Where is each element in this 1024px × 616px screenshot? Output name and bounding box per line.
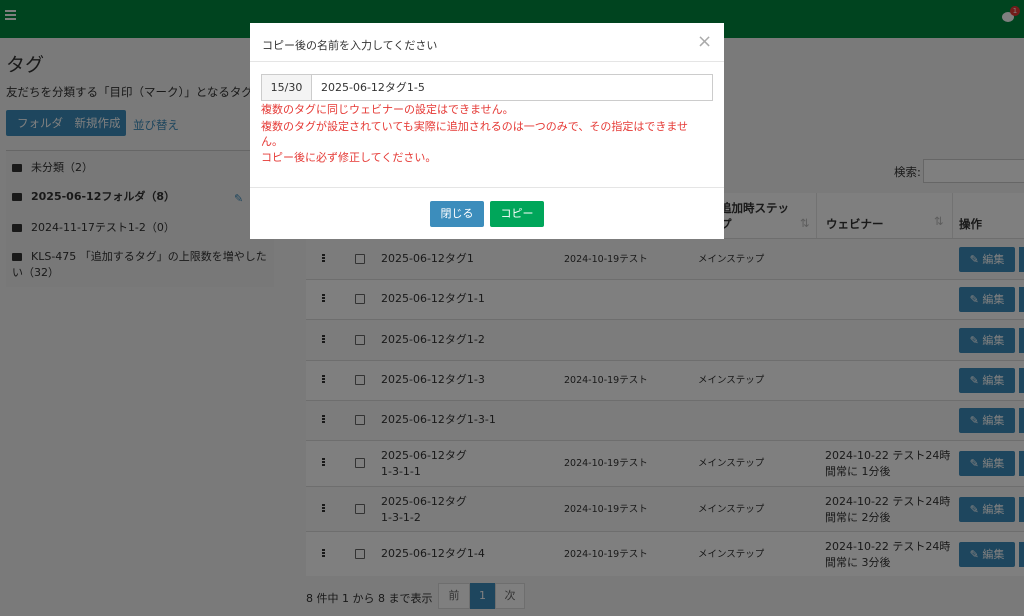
error-message: 複数のタグが設定されていても実際に追加されるのは一つのみで、その指定はできませ xyxy=(261,120,689,133)
char-counter: 15/30 xyxy=(262,75,312,100)
dialog-title: コピー後の名前を入力してください xyxy=(262,39,438,52)
copy-name-input[interactable]: 2025-06-12タグ1-5 xyxy=(321,75,425,100)
close-button[interactable]: 閉じる xyxy=(430,201,484,227)
error-message: ん。 xyxy=(261,135,283,148)
error-message: 複数のタグに同じウェビナーの設定はできません。 xyxy=(261,103,514,116)
divider xyxy=(250,187,724,188)
error-message: コピー後に必ず修正してください。 xyxy=(261,151,437,164)
copy-dialog: コピー後の名前を入力してください × 15/30 2025-06-12タグ1-5… xyxy=(250,23,724,239)
name-input-group: 15/30 2025-06-12タグ1-5 xyxy=(261,74,713,101)
close-icon[interactable]: × xyxy=(697,33,712,51)
copy-button[interactable]: コピー xyxy=(490,201,544,227)
divider xyxy=(250,61,724,62)
